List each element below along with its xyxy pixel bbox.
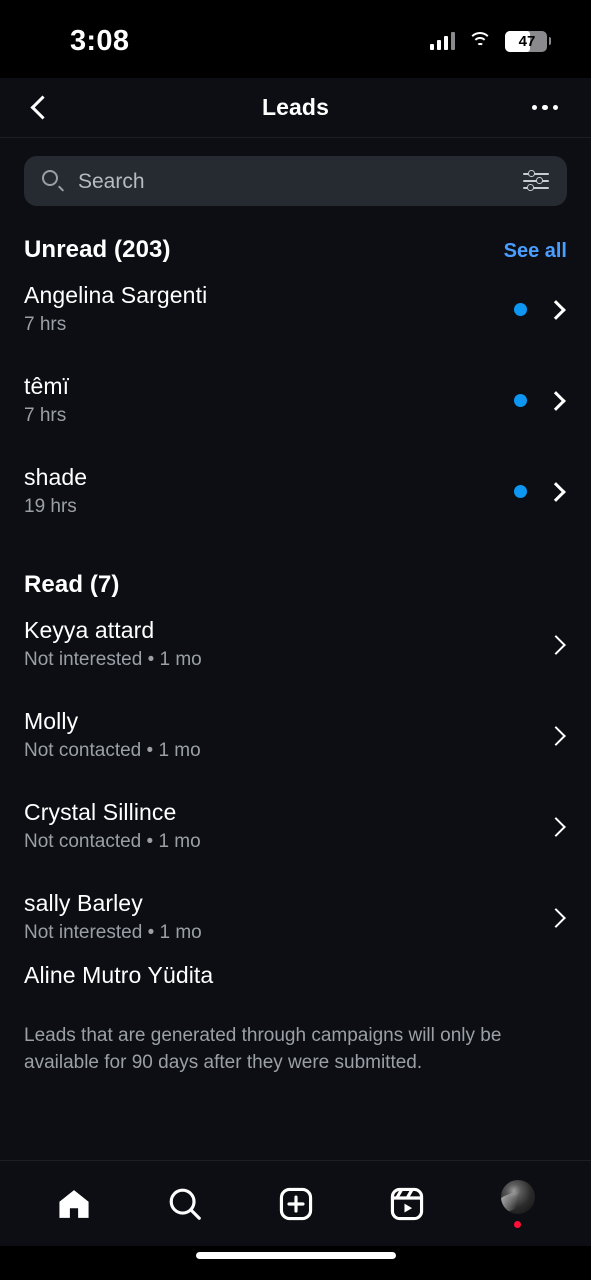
lead-info: Keyya attard Not interested • 1 mo bbox=[24, 616, 202, 671]
chevron-right-icon bbox=[546, 634, 566, 655]
unread-list: Angelina Sargenti 7 hrs têmï 7 hrs shade… bbox=[0, 264, 591, 537]
filter-sliders-icon[interactable] bbox=[523, 170, 549, 192]
lead-meta: 19 hrs bbox=[24, 496, 77, 518]
lead-meta: 7 hrs bbox=[24, 314, 67, 336]
lead-name: Molly bbox=[24, 707, 79, 734]
list-item[interactable]: Molly Not contacted • 1 mo bbox=[24, 690, 567, 781]
avatar bbox=[500, 1179, 535, 1214]
wifi-icon bbox=[468, 32, 492, 50]
search-bar[interactable]: Search bbox=[24, 156, 567, 206]
lead-name: Angelina Sargenti bbox=[24, 281, 208, 308]
lead-meta: Not contacted • 1 mo bbox=[24, 740, 201, 762]
more-options-icon bbox=[531, 104, 538, 111]
chevron-right-icon bbox=[546, 481, 566, 502]
lead-indicators bbox=[546, 816, 567, 837]
lead-info: Angelina Sargenti 7 hrs bbox=[24, 281, 208, 336]
lead-name: Keyya attard bbox=[24, 616, 155, 643]
lead-info: sally Barley Not interested • 1 mo bbox=[24, 889, 202, 944]
chevron-right-icon bbox=[546, 299, 566, 320]
tab-home[interactable] bbox=[44, 1174, 104, 1234]
lead-info: Crystal Sillince Not contacted • 1 mo bbox=[24, 798, 201, 853]
tab-create[interactable] bbox=[266, 1174, 326, 1234]
list-item[interactable]: têmï 7 hrs bbox=[24, 355, 567, 446]
lead-indicators bbox=[514, 390, 567, 411]
lead-meta: Not contacted • 1 mo bbox=[24, 831, 201, 853]
list-item[interactable]: Angelina Sargenti 7 hrs bbox=[24, 264, 567, 355]
unread-see-all-link[interactable]: See all bbox=[504, 240, 567, 263]
page-title: Leads bbox=[262, 94, 329, 120]
more-options-button[interactable] bbox=[523, 86, 567, 130]
lead-indicators bbox=[546, 634, 567, 655]
leads-content: Search Unread (203) See all Angelina Sar… bbox=[0, 138, 591, 1160]
read-list: Keyya attard Not interested • 1 mo Molly… bbox=[0, 599, 591, 963]
lead-name: Crystal Sillince bbox=[24, 798, 177, 825]
list-item[interactable]: shade 19 hrs bbox=[24, 446, 567, 537]
list-item[interactable]: sally Barley Not interested • 1 mo bbox=[24, 872, 567, 963]
lead-name: têmï bbox=[24, 372, 70, 399]
lead-name: Aline Mutro Yüdita bbox=[24, 963, 214, 988]
list-item[interactable]: Aline Mutro Yüdita bbox=[0, 963, 591, 997]
search-section: Search bbox=[0, 138, 591, 206]
tab-profile[interactable] bbox=[488, 1174, 548, 1234]
lead-name: shade bbox=[24, 463, 88, 490]
chevron-right-icon bbox=[546, 816, 566, 837]
reels-icon bbox=[390, 1187, 423, 1220]
unread-dot bbox=[514, 485, 527, 498]
unread-section-header: Unread (203) See all bbox=[0, 206, 591, 264]
chevron-right-icon bbox=[546, 725, 566, 746]
list-item[interactable]: Crystal Sillince Not contacted • 1 mo bbox=[24, 781, 567, 872]
lead-indicators bbox=[514, 481, 567, 502]
lead-indicators bbox=[546, 725, 567, 746]
status-bar: 3:08 47 bbox=[0, 0, 591, 78]
chevron-right-icon bbox=[546, 907, 566, 928]
lead-indicators bbox=[546, 907, 567, 928]
create-plus-icon bbox=[279, 1187, 312, 1220]
search-input[interactable]: Search bbox=[78, 171, 523, 192]
battery-level-text: 47 bbox=[518, 32, 536, 50]
home-icon bbox=[58, 1189, 89, 1218]
unread-dot bbox=[514, 303, 527, 316]
search-icon bbox=[169, 1188, 201, 1220]
back-button[interactable] bbox=[18, 86, 62, 130]
lead-info: têmï 7 hrs bbox=[24, 372, 70, 427]
leads-screen: 3:08 47 Leads Search Unread (203) See al… bbox=[0, 0, 591, 1280]
read-title: Read (7) bbox=[24, 571, 120, 598]
status-bar-time: 3:08 bbox=[70, 24, 130, 57]
search-icon bbox=[42, 170, 65, 192]
battery-icon: 47 bbox=[505, 30, 551, 52]
lead-indicators bbox=[514, 299, 567, 320]
home-indicator bbox=[0, 1246, 591, 1280]
lead-meta: Not interested • 1 mo bbox=[24, 922, 202, 944]
read-section-header: Read (7) bbox=[0, 537, 591, 599]
lead-info: Molly Not contacted • 1 mo bbox=[24, 707, 201, 762]
bottom-tab-bar bbox=[0, 1160, 591, 1246]
tab-search[interactable] bbox=[155, 1174, 215, 1234]
chevron-right-icon bbox=[546, 390, 566, 411]
back-chevron-icon bbox=[30, 95, 55, 120]
tab-reels[interactable] bbox=[377, 1174, 437, 1234]
list-item[interactable]: Keyya attard Not interested • 1 mo bbox=[24, 599, 567, 690]
lead-name: sally Barley bbox=[24, 889, 143, 916]
status-bar-indicators: 47 bbox=[429, 27, 551, 52]
unread-dot bbox=[514, 394, 527, 407]
lead-meta: 7 hrs bbox=[24, 405, 67, 427]
unread-title: Unread (203) bbox=[24, 236, 171, 263]
lead-info: shade 19 hrs bbox=[24, 463, 88, 518]
lead-meta: Not interested • 1 mo bbox=[24, 649, 202, 671]
notification-dot bbox=[514, 1220, 521, 1228]
leads-footnote: Leads that are generated through campaig… bbox=[24, 1025, 502, 1073]
cellular-signal-icon bbox=[429, 32, 455, 50]
page-header: Leads bbox=[0, 78, 591, 138]
